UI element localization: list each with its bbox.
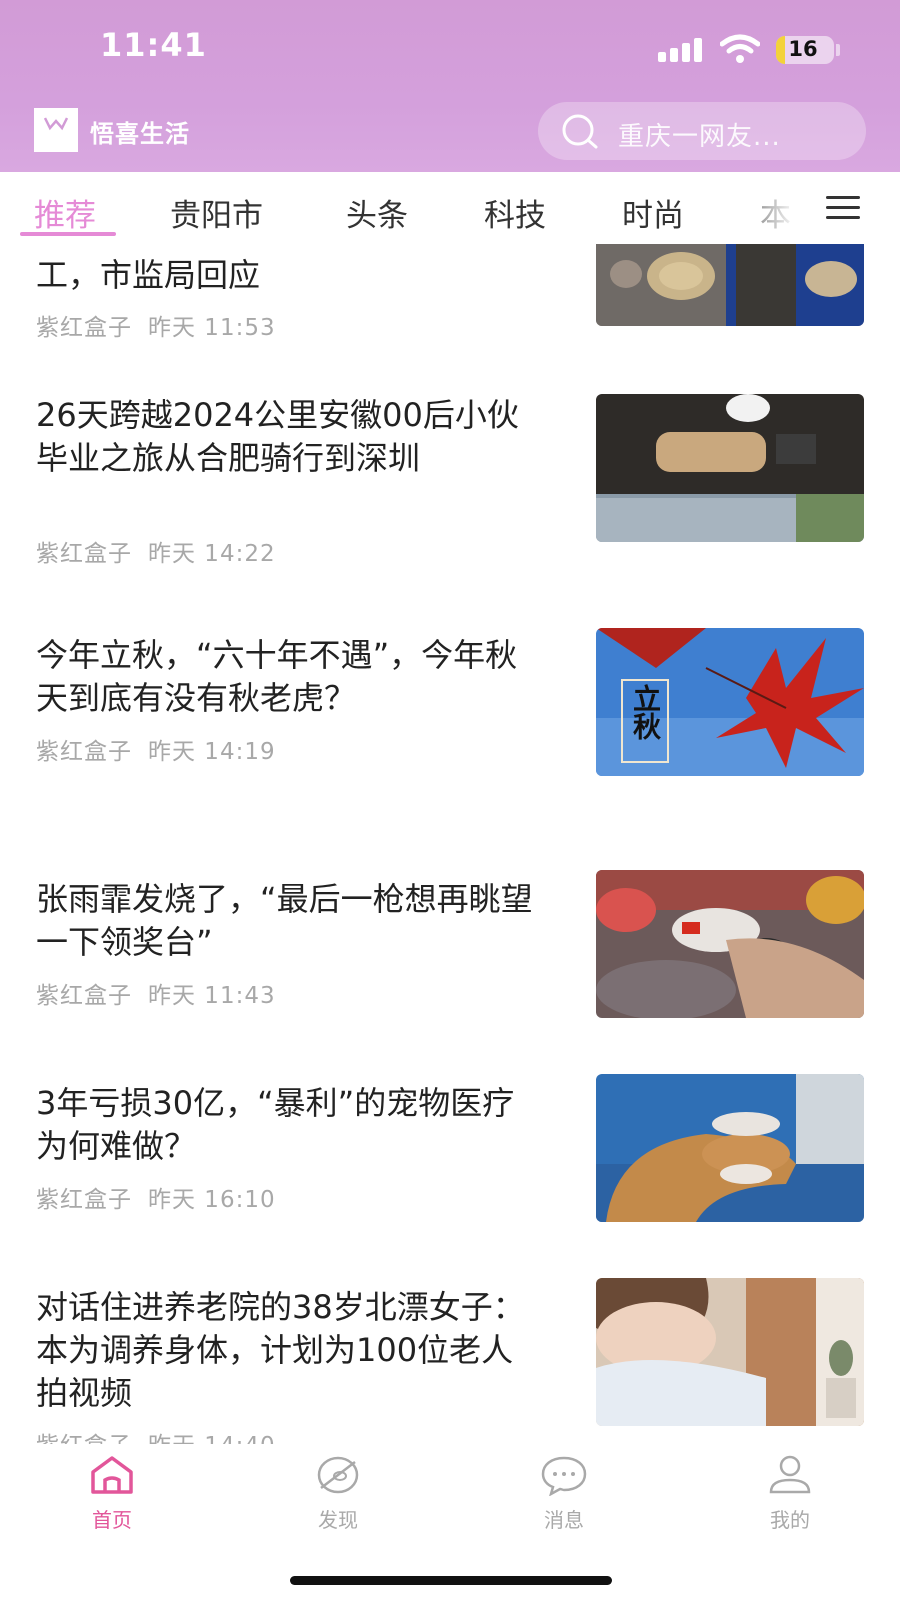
profile-icon xyxy=(769,1455,811,1494)
news-source: 紫红盒子 xyxy=(36,1433,132,1444)
news-title: 张雨霏发烧了，“最后一枪想再眺望一下领奖台” xyxy=(36,880,533,961)
search-placeholder: 重庆一网友... xyxy=(618,122,781,152)
news-meta: 紫红盒子 昨天 16:10 xyxy=(36,1180,276,1214)
active-tab-indicator xyxy=(20,232,116,236)
message-icon xyxy=(541,1456,587,1496)
menu-icon[interactable] xyxy=(826,194,860,222)
nav-label: 我的 xyxy=(770,1508,810,1532)
tab-tech[interactable]: 科技 xyxy=(484,190,546,235)
search-icon xyxy=(562,114,598,149)
home-indicator xyxy=(290,1576,612,1585)
news-title: 26天跨越2024公里安徽00后小伙毕业之旅从合肥骑行到深圳 xyxy=(36,396,519,477)
news-source: 紫红盒子 xyxy=(36,315,132,341)
search-input[interactable]: 重庆一网友... xyxy=(538,102,866,160)
list-item[interactable]: 今年立秋，“六十年不遇”，今年秋天到底有没有秋老虎？ 紫红盒子 昨天 14:19 … xyxy=(0,628,900,784)
nav-discover[interactable]: 发现 xyxy=(278,1454,398,1554)
news-time: 昨天 11:43 xyxy=(148,983,276,1009)
battery-icon: 16 xyxy=(776,36,834,64)
news-feed: 工，市监局回应 紫红盒子 昨天 11:53 26天跨越2024公里安徽00后小伙毕… xyxy=(0,244,900,1444)
nav-home[interactable]: 首页 xyxy=(52,1454,172,1554)
nav-label: 消息 xyxy=(544,1508,584,1532)
news-source: 紫红盒子 xyxy=(36,541,132,567)
discover-icon xyxy=(317,1456,359,1494)
news-time: 昨天 14:40 xyxy=(148,1433,276,1444)
status-bar: 11:41 16 xyxy=(0,0,900,96)
app-header: 11:41 16 悟喜生活 重庆一网友... xyxy=(0,0,900,172)
news-source: 紫红盒子 xyxy=(36,983,132,1009)
list-item[interactable]: 对话住进养老院的38岁北漂女子：本为调养身体，计划为100位老人拍视频 紫红盒子… xyxy=(0,1278,900,1444)
news-meta: 紫红盒子 昨天 14:19 xyxy=(36,732,276,766)
news-thumbnail xyxy=(596,1074,864,1222)
news-meta: 紫红盒子 昨天 14:22 xyxy=(36,534,276,568)
news-thumbnail xyxy=(596,394,864,542)
cellular-signal-icon xyxy=(658,38,702,62)
news-source: 紫红盒子 xyxy=(36,1187,132,1213)
news-time: 昨天 11:53 xyxy=(148,315,276,341)
nav-label: 发现 xyxy=(318,1508,358,1532)
news-thumbnail xyxy=(596,870,864,1018)
app-logo-icon[interactable] xyxy=(34,108,78,152)
news-thumbnail xyxy=(596,1278,864,1426)
nav-label: 首页 xyxy=(92,1508,132,1532)
nav-profile[interactable]: 我的 xyxy=(730,1454,850,1554)
news-title: 3年亏损30亿，“暴利”的宠物医疗为何难做？ xyxy=(36,1084,515,1165)
news-source: 紫红盒子 xyxy=(36,739,132,765)
tab-fashion[interactable]: 时尚 xyxy=(622,190,684,235)
news-title: 今年立秋，“六十年不遇”，今年秋天到底有没有秋老虎？ xyxy=(36,636,518,717)
list-item[interactable]: 张雨霏发烧了，“最后一枪想再眺望一下领奖台” 紫红盒子 昨天 11:43 xyxy=(0,870,900,1028)
category-tabs: 推荐 贵阳市 头条 科技 时尚 本 xyxy=(0,172,900,244)
tab-guiyang[interactable]: 贵阳市 xyxy=(170,190,263,235)
news-meta: 紫红盒子 昨天 11:53 xyxy=(36,308,276,342)
home-icon xyxy=(91,1456,133,1494)
news-time: 昨天 16:10 xyxy=(148,1187,276,1213)
wifi-icon xyxy=(720,34,760,63)
news-thumbnail: 立秋 xyxy=(596,628,864,776)
news-meta: 紫红盒子 昨天 11:43 xyxy=(36,976,276,1010)
tab-recommend[interactable]: 推荐 xyxy=(34,190,96,235)
nav-messages[interactable]: 消息 xyxy=(504,1454,624,1554)
list-item[interactable]: 3年亏损30亿，“暴利”的宠物医疗为何难做？ 紫红盒子 昨天 16:10 xyxy=(0,1074,900,1232)
tabs-fade-overlay xyxy=(720,172,810,244)
thumbnail-caption: 立秋 xyxy=(629,684,662,740)
news-title: 工，市监局回应 xyxy=(36,256,261,294)
news-thumbnail xyxy=(596,244,864,326)
tab-headlines[interactable]: 头条 xyxy=(346,190,408,235)
status-time: 11:41 xyxy=(100,26,207,64)
news-title: 对话住进养老院的38岁北漂女子：本为调养身体，计划为100位老人拍视频 xyxy=(36,1288,525,1412)
app-logo-text: 悟喜生活 xyxy=(90,120,190,148)
news-meta: 紫红盒子 昨天 14:40 xyxy=(36,1426,276,1444)
list-item[interactable]: 工，市监局回应 紫红盒子 昨天 11:53 xyxy=(0,244,900,341)
battery-percentage: 16 xyxy=(788,37,818,61)
news-time: 昨天 14:19 xyxy=(148,739,276,765)
battery-tip xyxy=(836,44,840,56)
news-time: 昨天 14:22 xyxy=(148,541,276,567)
list-item[interactable]: 26天跨越2024公里安徽00后小伙毕业之旅从合肥骑行到深圳 紫红盒子 昨天 14… xyxy=(0,394,900,567)
